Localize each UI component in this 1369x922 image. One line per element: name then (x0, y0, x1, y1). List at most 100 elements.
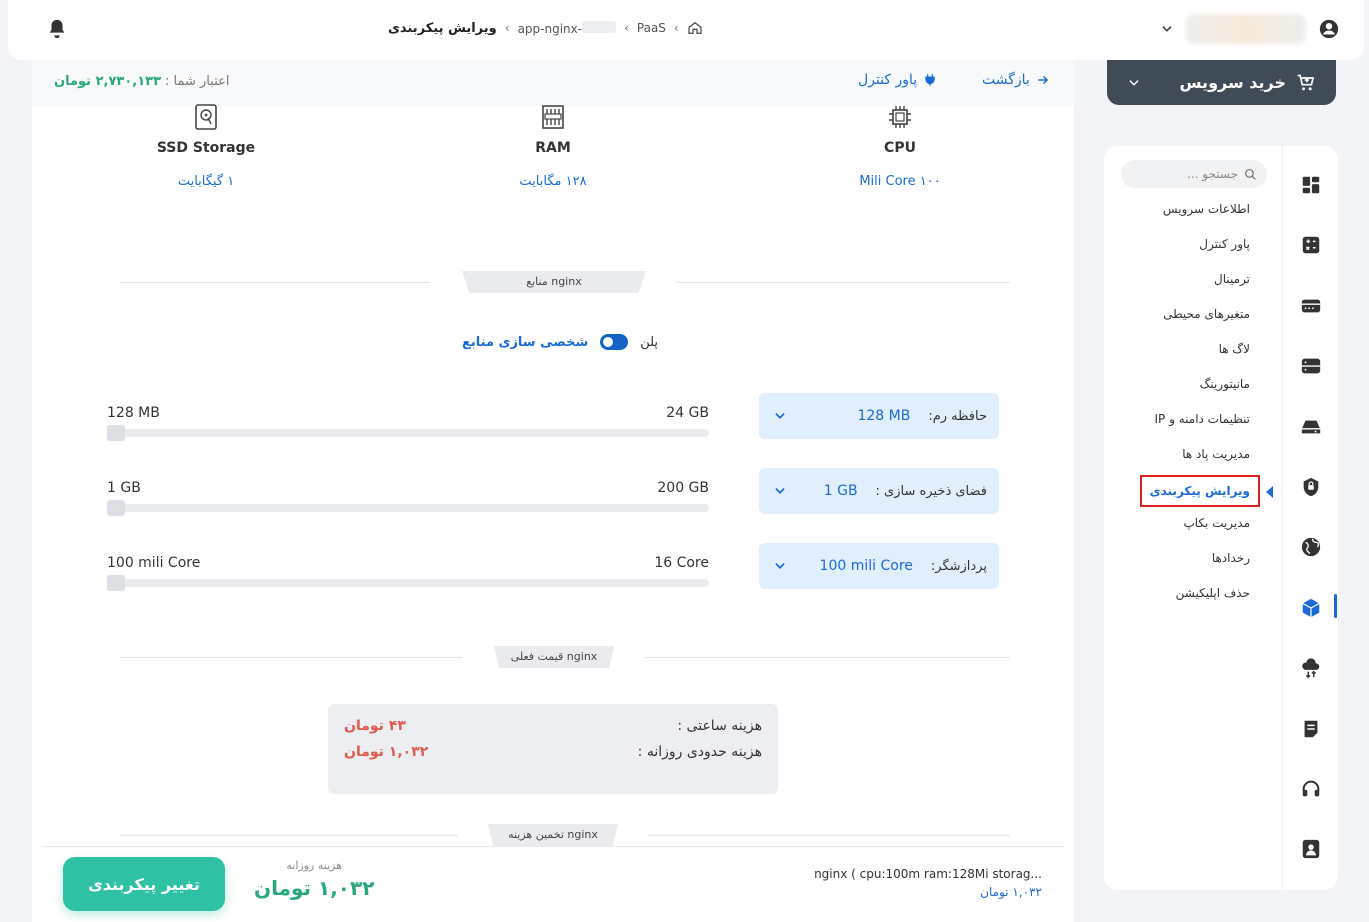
spec-cpu-name: CPU (884, 140, 916, 156)
chevron-icon: ‹ (504, 21, 510, 35)
sidebar-item-backup[interactable]: مدیریت بکاپ (1140, 510, 1250, 545)
chevron-down-icon (1129, 79, 1139, 86)
home-icon[interactable] (687, 20, 703, 36)
breadcrumb-current: ویرایش پیکربندی (388, 20, 497, 36)
sidebar-item-pods[interactable]: مدیریت پاد ها (1140, 441, 1250, 476)
ram-slider[interactable]: 128 MB 24 GB (107, 405, 709, 441)
sidebar-menu: اطلاعات سرویس پاور کنترل ترمینال متغیرها… (1139, 196, 1260, 615)
spec-ram: RAM ۱۲۸ مگابایت (483, 104, 623, 189)
shield-lock-icon[interactable] (1300, 476, 1322, 498)
cpu-min-label: 100 mili Core (107, 555, 201, 571)
search-icon (1245, 168, 1256, 180)
footer-summary: nginx ( cpu:100m ram:128Mi storag... ۱,۰… (814, 867, 1042, 899)
footer-daily-label: هزینه روزانه (286, 859, 343, 872)
main-panel: اعتبار شما : ۲,۷۳۰,۱۳۳ تومان پاور کنترل … (32, 60, 1074, 922)
chevron-down-icon[interactable] (1160, 22, 1174, 36)
change-config-button[interactable]: تغییر پیکربندی (63, 857, 225, 911)
footer-daily: هزینه روزانه ۱,۰۳۲ تومان (254, 859, 374, 900)
footer-summary-price: ۱,۰۳۲ تومان (980, 885, 1042, 899)
chevron-down-icon[interactable] (773, 409, 787, 423)
hard-drive-icon (195, 104, 217, 130)
globe-icon[interactable] (1300, 536, 1322, 558)
sidebar-item-env-vars[interactable]: متغیرهای محیطی (1140, 301, 1250, 336)
cube-icon[interactable] (1300, 597, 1322, 619)
cpu-select[interactable]: پردازشگر: 100 mili Core (759, 543, 999, 589)
credit-label: اعتبار شما : (165, 74, 230, 89)
storage-slider[interactable]: 1 GB 200 GB (107, 480, 709, 516)
resources-divider: منابع nginx (120, 271, 1010, 295)
customize-toggle-row: پلن شخصی سازی منابع (462, 334, 658, 350)
storage-select-label: فضای ذخیره سازی : (875, 483, 987, 499)
breadcrumb: ‹ PaaS ‹ app-nginx- ‹ ویرایش پیکربندی (388, 20, 703, 36)
sidebar-item-terminal[interactable]: ترمینال (1140, 266, 1250, 301)
buy-service-label: خرید سرویس (1179, 73, 1286, 92)
cpu-slider[interactable]: 100 mili Core 16 Core (107, 555, 709, 591)
database-icon[interactable] (1300, 355, 1322, 377)
cpu-slider-thumb[interactable] (107, 575, 125, 591)
storage-select[interactable]: فضای ذخیره سازی : 1 GB (759, 468, 999, 514)
arrow-right-icon (1038, 75, 1048, 85)
user-menu[interactable] (1152, 14, 1340, 44)
sidebar-item-monitoring[interactable]: مانیتورینگ (1140, 371, 1250, 406)
calculator-icon[interactable] (1300, 234, 1322, 256)
sidebar-item-service-info[interactable]: اطلاعات سرویس (1140, 196, 1250, 231)
user-card-icon[interactable] (1300, 838, 1322, 860)
buy-service-button[interactable]: خرید سرویس (1107, 60, 1336, 105)
sidebar-item-logs[interactable]: لاگ ها (1140, 336, 1250, 371)
daily-cost-row: هزینه حدودی روزانه : ۱,۰۳۲ تومان (344, 744, 762, 760)
avatar-icon[interactable] (1318, 18, 1340, 40)
plan-label[interactable]: پلن (640, 335, 658, 350)
back-link[interactable]: بازگشت (982, 72, 1050, 88)
ram-icon (542, 105, 564, 129)
dashboard-icon[interactable] (1300, 174, 1322, 196)
hourly-cost-label: هزینه ساعتی : (677, 718, 762, 734)
current-price-divider: قیمت فعلی nginx (120, 646, 1010, 670)
document-icon[interactable] (1300, 718, 1322, 740)
storage-max-label: 200 GB (657, 480, 709, 496)
cart-icon (1297, 74, 1315, 90)
ram-slider-thumb[interactable] (107, 425, 125, 441)
customize-label[interactable]: شخصی سازی منابع (462, 335, 588, 350)
sidebar-item-delete-app[interactable]: حذف اپلیکیشن (1140, 580, 1250, 615)
chevron-down-icon[interactable] (773, 559, 787, 573)
estimate-title: تخمین هزینه nginx (488, 824, 618, 846)
plug-icon (925, 74, 935, 86)
cpu-slider-track[interactable] (107, 575, 709, 591)
breadcrumb-paas[interactable]: PaaS (637, 21, 666, 35)
search-placeholder: جستجو ... (1187, 167, 1238, 181)
power-control-link[interactable]: پاور کنترل (858, 72, 937, 88)
server-icon[interactable] (1300, 295, 1322, 317)
daily-cost-label: هزینه حدودی روزانه : (637, 744, 762, 760)
ram-slider-track[interactable] (107, 425, 709, 441)
bell-icon[interactable] (46, 18, 68, 40)
ram-select[interactable]: حافظه رم: 128 MB (759, 393, 999, 439)
headset-icon[interactable] (1300, 778, 1322, 800)
spec-cpu: CPU ۱۰۰ Mili Core (830, 104, 970, 189)
storage-slider-thumb[interactable] (107, 500, 125, 516)
footer-daily-value: ۱,۰۳۲ تومان (254, 876, 375, 900)
sidebar-item-edit-config[interactable]: ویرایش پیکربندی (1139, 475, 1260, 507)
resources-title: منابع nginx (462, 271, 646, 293)
customize-switch[interactable] (600, 334, 629, 350)
sidebar-item-domain-ip[interactable]: تنظیمات دامنه و IP (1140, 406, 1251, 441)
power-control-label: پاور کنترل (858, 72, 918, 88)
current-price-title: قیمت فعلی nginx (494, 646, 614, 668)
chevron-down-icon[interactable] (773, 484, 787, 498)
top-bar: ‹ PaaS ‹ app-nginx- ‹ ویرایش پیکربندی (8, 0, 1364, 60)
user-name-blurred (1186, 14, 1306, 44)
ram-min-label: 128 MB (107, 405, 160, 421)
spec-ram-name: RAM (535, 140, 571, 156)
sidebar-item-events[interactable]: رخدادها (1140, 545, 1250, 580)
chevron-icon: ‹ (673, 21, 679, 35)
footer-summary-text: nginx ( cpu:100m ram:128Mi storag... (814, 867, 1042, 881)
daily-cost-value: ۱,۰۳۲ تومان (344, 744, 429, 760)
breadcrumb-app[interactable]: app-nginx- (518, 20, 617, 36)
ram-select-label: حافظه رم: (928, 408, 987, 424)
hourly-cost-value: ۴۳ تومان (344, 718, 406, 734)
storage-drive-icon[interactable] (1300, 416, 1322, 438)
sidebar-search[interactable]: جستجو ... (1121, 160, 1267, 188)
cloud-transfer-icon[interactable] (1300, 657, 1322, 679)
sidebar-item-power-control[interactable]: پاور کنترل (1140, 231, 1250, 266)
credit-amount: ۲,۷۳۰,۱۳۳ تومان (54, 74, 162, 89)
storage-slider-track[interactable] (107, 500, 709, 516)
